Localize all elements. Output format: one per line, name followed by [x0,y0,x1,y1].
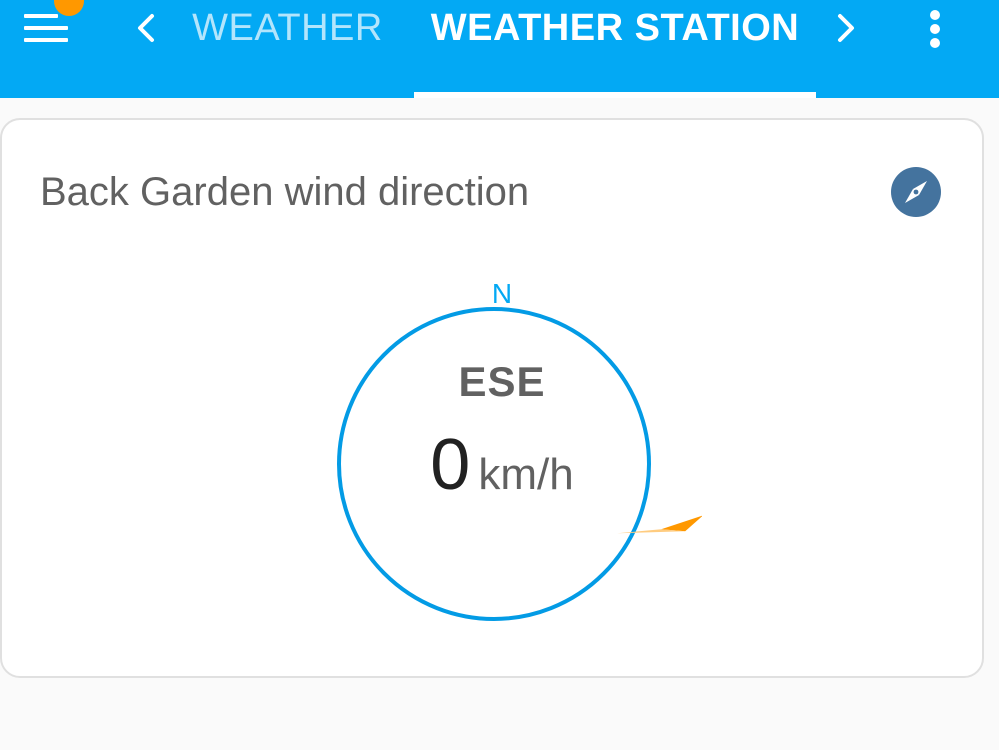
wind-compass: N ESE 0 km/h [302,270,702,630]
tab-weather-station-label: WEATHER STATION [430,7,800,49]
tab-weather-label: WEATHER [192,7,383,49]
chevron-left-icon [138,14,154,42]
next-tab-button[interactable] [826,8,866,48]
notification-badge [54,0,84,16]
wind-speed: 0 km/h [402,424,602,506]
compass-icon [891,167,941,217]
wind-speed-value: 0 [430,425,471,505]
card-title: Back Garden wind direction [40,170,530,214]
wind-direction-card[interactable]: Back Garden wind direction N ESE 0 km/h [0,118,984,678]
wind-direction-label: ESE [458,358,546,405]
app-toolbar: WEATHER WEATHER STATION [0,0,999,98]
tab-weather-station[interactable]: WEATHER STATION [414,0,816,98]
tab-weather[interactable]: WEATHER [180,0,395,98]
wind-direction-pointer [617,515,702,534]
overflow-menu-button[interactable] [912,6,958,52]
wind-speed-unit: km/h [478,450,574,499]
prev-tab-button[interactable] [126,8,166,48]
menu-button[interactable] [14,0,84,60]
chevron-right-icon [838,14,854,42]
active-tab-indicator [414,92,816,98]
